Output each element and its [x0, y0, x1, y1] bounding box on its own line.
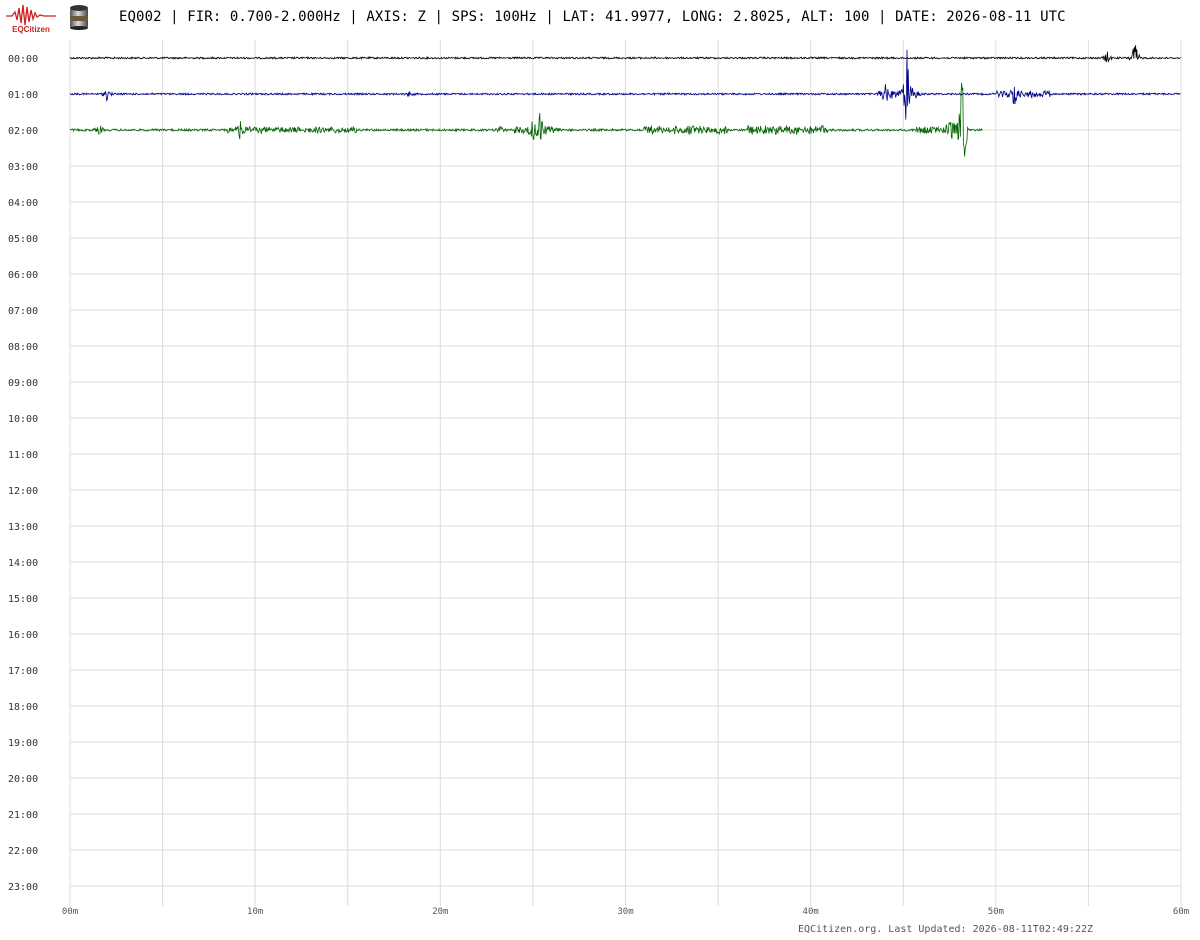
- row-label: 07:00: [8, 306, 38, 317]
- row-label: 08:00: [8, 342, 38, 353]
- grid-lines: [69, 40, 1182, 906]
- row-label: 12:00: [8, 486, 38, 497]
- header-bar: EQCitizen EQ002 | FIR: 0.700-2.000Hz | A…: [0, 0, 1200, 36]
- row-label: 10:00: [8, 414, 38, 425]
- x-tick-label: 60m: [1173, 907, 1189, 917]
- row-label: 01:00: [8, 90, 38, 101]
- station-title: EQ002 | FIR: 0.700-2.000Hz | AXIS: Z | S…: [119, 9, 1066, 25]
- row-label: 14:00: [8, 558, 38, 569]
- x-tick-label: 20m: [432, 907, 448, 917]
- seismograph-logo-icon: EQCitizen: [6, 4, 56, 34]
- x-tick-label: 40m: [803, 907, 819, 917]
- row-label: 13:00: [8, 522, 38, 533]
- row-label: 21:00: [8, 810, 38, 821]
- helicorder-plot: 00:00 01:00 02:00 03:00 04:00 05:00 06:00 07:00…: [8, 40, 1189, 917]
- x-tick-label: 30m: [617, 907, 633, 917]
- row-label: 09:00: [8, 378, 38, 389]
- row-label: 04:00: [8, 198, 38, 209]
- x-tick-label: 50m: [988, 907, 1004, 917]
- hour-row-labels: 00:00 01:00 02:00 03:00 04:00 05:00 06:00 07:00…: [8, 54, 38, 893]
- row-label: 23:00: [8, 882, 38, 893]
- row-label: 20:00: [8, 774, 38, 785]
- row-label: 22:00: [8, 846, 38, 857]
- row-label: 03:00: [8, 162, 38, 173]
- x-tick-label: 00m: [62, 907, 78, 917]
- seismometer-sensor-icon: [70, 5, 88, 30]
- last-updated-footer: EQCitizen.org. Last Updated: 2026-08-11T…: [798, 924, 1094, 935]
- row-label: 11:00: [8, 450, 38, 461]
- row-label: 05:00: [8, 234, 38, 245]
- row-label: 18:00: [8, 702, 38, 713]
- row-label: 00:00: [8, 54, 38, 65]
- row-label: 17:00: [8, 666, 38, 677]
- minute-axis-labels: 00m 10m 20m 30m 40m 50m 60m: [62, 907, 1189, 917]
- row-label: 06:00: [8, 270, 38, 281]
- row-label: 16:00: [8, 630, 38, 641]
- row-label: 15:00: [8, 594, 38, 605]
- row-label: 02:00: [8, 126, 38, 137]
- x-tick-label: 10m: [247, 907, 263, 917]
- row-label: 19:00: [8, 738, 38, 749]
- logo-text: EQCitizen: [12, 25, 50, 34]
